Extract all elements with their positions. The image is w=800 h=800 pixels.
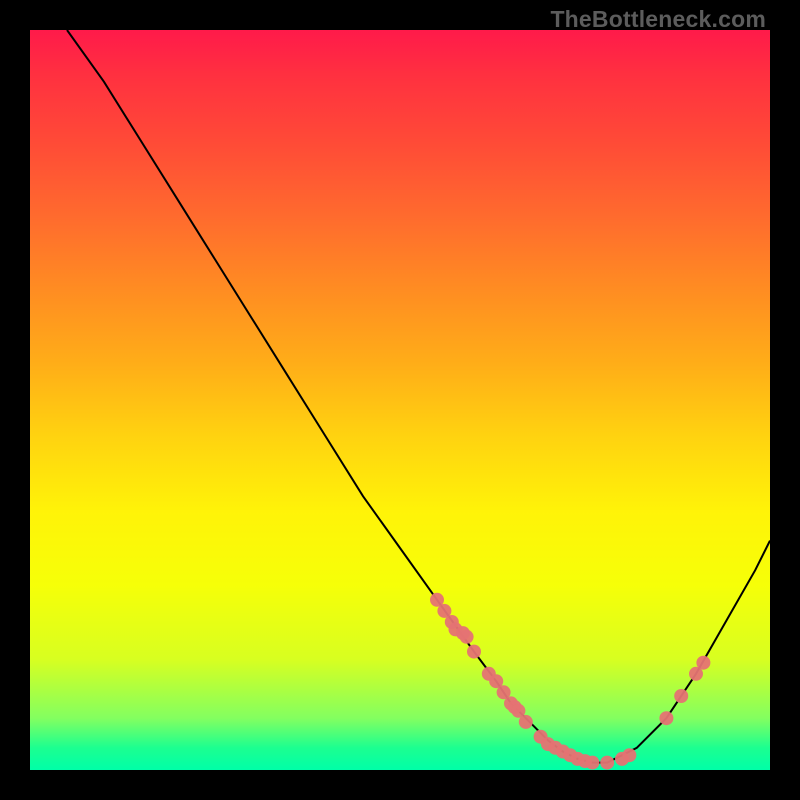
- data-point: [696, 656, 710, 670]
- data-points: [430, 593, 710, 770]
- data-point: [460, 630, 474, 644]
- data-point: [622, 748, 636, 762]
- data-point: [674, 689, 688, 703]
- plot-area: [30, 30, 770, 770]
- watermark-text: TheBottleneck.com: [550, 6, 766, 33]
- curve-svg: [30, 30, 770, 770]
- data-point: [467, 645, 481, 659]
- data-point: [600, 756, 614, 770]
- data-point: [585, 756, 599, 770]
- chart-container: TheBottleneck.com: [0, 0, 800, 800]
- data-point: [659, 711, 673, 725]
- data-point: [519, 715, 533, 729]
- curve-line: [67, 30, 770, 763]
